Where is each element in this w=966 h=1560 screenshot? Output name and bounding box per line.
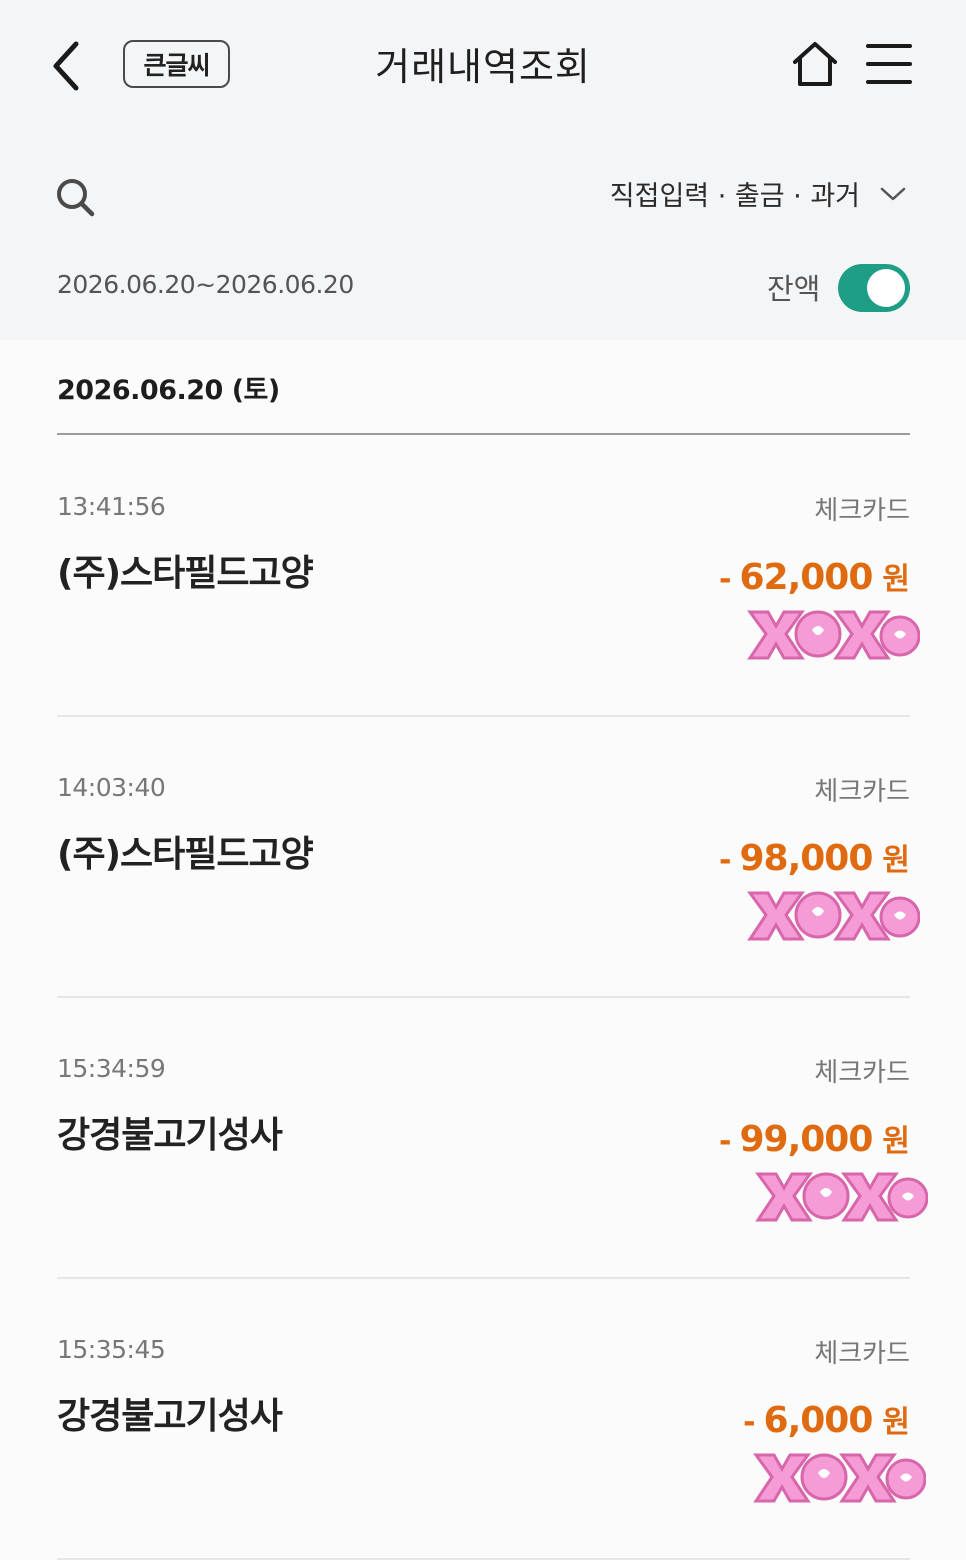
date-divider xyxy=(57,433,910,435)
chevron-down-icon xyxy=(880,187,906,200)
amount-unit: 원 xyxy=(882,1405,910,1440)
card-type: 체크카드 xyxy=(814,1058,910,1088)
amount-unit: 원 xyxy=(882,562,910,597)
balance-label: 잔액 xyxy=(767,272,821,306)
transaction-time: 13:41:56 xyxy=(57,492,166,521)
amount-sign: - xyxy=(719,1124,732,1159)
xoxo-sticker xyxy=(747,610,920,660)
transaction-amount: - 6,000 원 xyxy=(743,1397,910,1441)
card-type: 체크카드 xyxy=(814,1339,910,1369)
page-title: 거래내역조회 xyxy=(375,45,591,89)
amount-unit: 원 xyxy=(882,843,910,878)
filter-dropdown[interactable]: 직접입력 · 출금 · 과거 xyxy=(610,174,906,213)
card-type: 체크카드 xyxy=(814,496,910,526)
amount-value: 99,000 xyxy=(739,1119,873,1160)
transaction-amount: - 62,000 원 xyxy=(719,554,910,598)
transaction-time: 15:34:59 xyxy=(57,1054,166,1083)
merchant-name: 강경불고기성사 xyxy=(57,1396,283,1437)
back-arrow-icon[interactable] xyxy=(44,38,92,94)
transaction-amount: - 99,000 원 xyxy=(719,1116,910,1160)
merchant-name: (주)스타필드고양 xyxy=(57,553,314,594)
amount-value: 62,000 xyxy=(739,557,873,598)
filter-label: 직접입력 · 출금 · 과거 xyxy=(609,181,860,212)
transaction-amount: - 98,000 원 xyxy=(719,835,910,879)
date-header: 2026.06.20 (토) xyxy=(57,375,280,406)
card-type: 체크카드 xyxy=(814,777,910,807)
home-icon[interactable] xyxy=(790,40,840,88)
amount-value: 98,000 xyxy=(739,838,873,879)
transaction-item[interactable]: 13:41:56 체크카드 (주)스타필드고양 - 62,000 원 xyxy=(57,436,920,717)
merchant-name: (주)스타필드고양 xyxy=(57,834,314,875)
amount-value: 6,000 xyxy=(763,1400,874,1441)
search-icon[interactable] xyxy=(54,176,96,218)
transaction-item[interactable]: 15:34:59 체크카드 강경불고기성사 - 99,000 원 xyxy=(57,998,928,1279)
amount-unit: 원 xyxy=(882,1124,910,1159)
xoxo-sticker xyxy=(747,891,920,941)
transaction-item[interactable]: 14:03:40 체크카드 (주)스타필드고양 - 98,000 원 xyxy=(57,717,920,998)
amount-sign: - xyxy=(743,1405,756,1440)
balance-toggle[interactable] xyxy=(838,264,910,312)
transaction-item[interactable]: 15:35:45 체크카드 강경불고기성사 - 6,000 원 xyxy=(57,1279,926,1560)
date-range: 2026.06.20~2026.06.20 xyxy=(57,270,354,299)
menu-icon[interactable] xyxy=(866,42,912,86)
amount-sign: - xyxy=(719,562,732,597)
merchant-name: 강경불고기성사 xyxy=(57,1115,283,1156)
transaction-time: 15:35:45 xyxy=(57,1335,166,1364)
big-text-button[interactable]: 큰글씨 xyxy=(123,40,230,88)
toggle-knob xyxy=(867,269,905,307)
amount-sign: - xyxy=(719,843,732,878)
xoxo-sticker xyxy=(753,1453,926,1503)
xoxo-sticker xyxy=(755,1172,928,1222)
transaction-time: 14:03:40 xyxy=(57,773,166,802)
